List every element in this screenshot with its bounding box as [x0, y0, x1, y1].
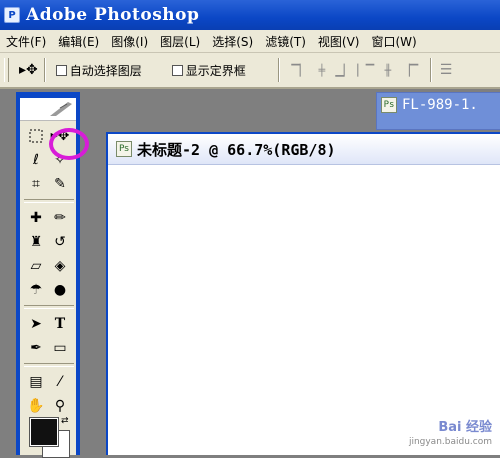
history-brush-icon[interactable]: ↺ — [48, 231, 72, 253]
auto-select-label: 自动选择图层 — [69, 63, 142, 78]
align-top-icon[interactable]: ▔▏ — [291, 62, 308, 78]
document-canvas[interactable]: Bai 经验 jingyan.baidu.com — [108, 165, 500, 455]
watermark: Bai 经验 jingyan.baidu.com — [409, 421, 492, 449]
document-header[interactable]: Ps 未标题-2 @ 66.7%(RGB/8) — [108, 134, 500, 165]
align-middle-icon[interactable]: ╪ — [314, 62, 330, 78]
checkbox-box[interactable] — [55, 64, 67, 76]
menu-edit[interactable]: 编辑(E) — [52, 33, 105, 50]
shape-tool-icon[interactable]: ▭ — [48, 337, 72, 359]
options-grip[interactable] — [4, 58, 9, 82]
align-center-icon[interactable]: ╫ — [380, 62, 396, 78]
healing-brush-icon[interactable]: ✚ — [24, 207, 48, 229]
menu-filter[interactable]: 滤镜(T) — [259, 33, 312, 50]
feather-icon — [50, 102, 72, 116]
app-title-bar: P Adobe Photoshop — [0, 0, 500, 30]
swap-colors-icon[interactable]: ⇄ — [61, 416, 69, 426]
align-right-icon[interactable]: ▕▔ — [401, 62, 418, 78]
eyedropper-icon[interactable]: ⁄ — [48, 371, 72, 393]
foreground-color[interactable] — [29, 417, 59, 447]
app-title: Adobe Photoshop — [26, 5, 200, 25]
type-tool-icon[interactable]: T — [48, 313, 72, 335]
document-window-back[interactable]: Ps FL-989-1. — [376, 92, 500, 130]
align-left-icon[interactable]: ▏▔ — [357, 62, 374, 78]
document-header[interactable]: Ps FL-989-1. — [381, 97, 478, 113]
watermark-line1: Bai 经验 — [438, 420, 492, 435]
divider — [429, 58, 432, 82]
menu-select[interactable]: 选择(S) — [206, 33, 259, 50]
photoshop-icon: P — [4, 7, 20, 23]
hand-tool-icon[interactable]: ✋ — [24, 395, 48, 417]
color-swatches: ⇄ — [28, 416, 72, 458]
options-bar: ▸✥ 自动选择图层 显示定界框 ▔▏ ╪ ▁▏ ▏▔ ╫ ▕▔ ☰ — [0, 53, 500, 89]
tool-grid: ▸✥ ℓ ✧ ⌗ ✎ ✚ ✏ ♜ ↺ ▱ ◈ ☂ ● ➤ T ✒ ▭ ▤ ⁄ ✋… — [24, 124, 74, 418]
menu-view[interactable]: 视图(V) — [312, 33, 366, 50]
menu-image[interactable]: 图像(I) — [105, 33, 154, 50]
lasso-tool-icon[interactable]: ℓ — [24, 149, 48, 171]
menu-file[interactable]: 文件(F) — [0, 33, 52, 50]
paint-bucket-icon[interactable]: ◈ — [48, 255, 72, 277]
checkbox-box[interactable] — [171, 64, 183, 76]
dodge-tool-icon[interactable]: ● — [48, 279, 72, 301]
document-icon: Ps — [381, 97, 397, 113]
menu-layer[interactable]: 图层(L) — [154, 33, 206, 50]
menu-window[interactable]: 窗口(W) — [365, 33, 422, 50]
pen-tool-icon[interactable]: ✒ — [24, 337, 48, 359]
document-title: 未标题-2 @ 66.7%(RGB/8) — [137, 140, 336, 159]
notes-tool-icon[interactable]: ▤ — [24, 371, 48, 393]
watermark-line2: jingyan.baidu.com — [408, 437, 492, 447]
path-select-icon[interactable]: ➤ — [24, 313, 48, 335]
slice-tool-icon[interactable]: ✎ — [48, 173, 72, 195]
show-bounds-label: 显示定界框 — [185, 63, 246, 78]
brush-tool-icon[interactable]: ✏ — [48, 207, 72, 229]
highlight-circle — [49, 128, 89, 160]
align-bottom-icon[interactable]: ▁▏ — [335, 62, 352, 78]
auto-select-checkbox[interactable]: 自动选择图层 — [55, 62, 142, 79]
zoom-tool-icon[interactable]: ⚲ — [48, 395, 72, 417]
align-buttons: ▔▏ ╪ ▁▏ ▏▔ ╫ ▕▔ — [291, 62, 424, 78]
document-icon: Ps — [116, 141, 132, 157]
divider — [43, 58, 46, 82]
blur-tool-icon[interactable]: ☂ — [24, 279, 48, 301]
crop-tool-icon[interactable]: ⌗ — [24, 173, 48, 195]
menu-bar: 文件(F) 编辑(E) 图像(I) 图层(L) 选择(S) 滤镜(T) 视图(V… — [0, 30, 500, 53]
toolbox-header-feather[interactable] — [20, 98, 76, 121]
divider — [277, 58, 280, 82]
document-window-front[interactable]: Ps 未标题-2 @ 66.7%(RGB/8) Bai 经验 jingyan.b… — [106, 132, 500, 455]
distribute-icon[interactable]: ☰ — [440, 62, 453, 78]
show-bounds-checkbox[interactable]: 显示定界框 — [171, 62, 246, 79]
eraser-tool-icon[interactable]: ▱ — [24, 255, 48, 277]
marquee-tool-icon[interactable] — [24, 125, 48, 147]
clone-stamp-icon[interactable]: ♜ — [24, 231, 48, 253]
document-title: FL-989-1. — [402, 97, 478, 113]
move-tool-icon[interactable]: ▸✥ — [19, 62, 38, 78]
